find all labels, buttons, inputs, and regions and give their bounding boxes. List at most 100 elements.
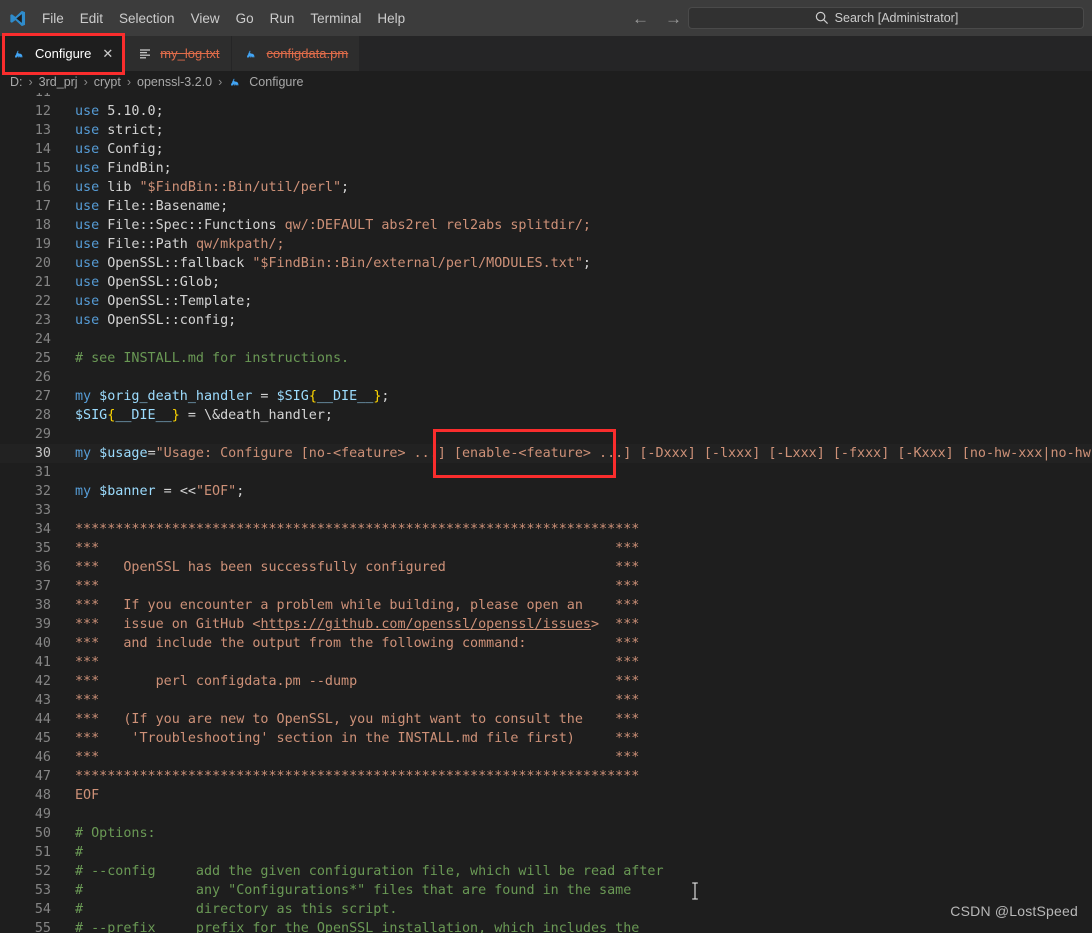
code-line[interactable]: 22 use OpenSSL::Template;: [0, 292, 1092, 311]
code-line[interactable]: 27 my $orig_death_handler = $SIG{__DIE__}…: [0, 387, 1092, 406]
code-line[interactable]: 44 *** (If you are new to OpenSSL, you mi…: [0, 710, 1092, 729]
breadcrumb-item-openssl[interactable]: openssl-3.2.0: [137, 75, 212, 89]
code-line[interactable]: 13 use strict;: [0, 121, 1092, 140]
line-content: use File::Basename;: [75, 199, 229, 214]
tab-my-log-txt[interactable]: my_log.txt: [125, 36, 232, 71]
code-editor[interactable]: 11 12 use 5.10.0; 13 use strict; 14 use Confi…: [0, 93, 1092, 933]
code-line[interactable]: 20 use OpenSSL::fallback "$FindBin::Bin/e…: [0, 254, 1092, 273]
arrow-left-icon[interactable]: ←: [632, 10, 649, 27]
tab-configure[interactable]: Configure ✕: [0, 36, 126, 71]
line-number: 23: [34, 313, 51, 328]
code-line[interactable]: 53 # any "Configurations*" files that are…: [0, 881, 1092, 900]
line-content: my $orig_death_handler = $SIG{__DIE__};: [75, 389, 390, 404]
tab-configdata-pm[interactable]: configdata.pm: [231, 36, 361, 71]
code-line[interactable]: 39 *** issue on GitHub <https://github.co…: [0, 615, 1092, 634]
line-number: 47: [34, 769, 51, 784]
line-number: 55: [34, 921, 51, 933]
code-line[interactable]: 31: [0, 463, 1092, 482]
code-line[interactable]: 18 use File::Spec::Functions qw/:DEFAULT …: [0, 216, 1092, 235]
line-number: 19: [34, 237, 51, 252]
code-line[interactable]: 25 # see INSTALL.md for instructions.: [0, 349, 1092, 368]
code-line[interactable]: 42 *** perl configdata.pm --dump ***: [0, 672, 1092, 691]
code-line[interactable]: 16 use lib "$FindBin::Bin/util/perl";: [0, 178, 1092, 197]
code-line[interactable]: 29: [0, 425, 1092, 444]
close-icon[interactable]: ✕: [102, 47, 113, 60]
menu-item-terminal[interactable]: Terminal: [302, 0, 369, 36]
code-line[interactable]: 49: [0, 805, 1092, 824]
menu-item-edit[interactable]: Edit: [72, 0, 111, 36]
code-line[interactable]: 40 *** and include the output from the fo…: [0, 634, 1092, 653]
line-number: 36: [34, 560, 51, 575]
line-content: *** OpenSSL has been successfully config…: [75, 560, 640, 575]
code-line[interactable]: 35 *** ***: [0, 539, 1092, 558]
menu-item-selection[interactable]: Selection: [111, 0, 183, 36]
line-content: [62, 93, 1092, 102]
line-content: my $usage="Usage: Configure [no-<feature…: [75, 446, 1092, 461]
title-bar: File Edit Selection View Go Run Terminal…: [0, 0, 1092, 36]
line-content: use strict;: [75, 123, 164, 138]
code-line[interactable]: 46 *** ***: [0, 748, 1092, 767]
line-number: 29: [34, 427, 51, 442]
line-number: 43: [34, 693, 51, 708]
line-number: 26: [34, 370, 51, 385]
code-line[interactable]: 48 EOF: [0, 786, 1092, 805]
line-number: 13: [34, 123, 51, 138]
code-line[interactable]: 19 use File::Path qw/mkpath/;: [0, 235, 1092, 254]
text-file-icon: [140, 48, 151, 58]
code-line[interactable]: 55 # --prefix prefix for the OpenSSL inst…: [0, 919, 1092, 933]
code-line[interactable]: 50 # Options:: [0, 824, 1092, 843]
code-line[interactable]: 30 my $usage="Usage: Configure [no-<featu…: [0, 444, 1092, 463]
code-line[interactable]: 15 use FindBin;: [0, 159, 1092, 178]
menu-item-run[interactable]: Run: [262, 0, 303, 36]
code-line[interactable]: 12 use 5.10.0;: [0, 102, 1092, 121]
arrow-right-icon[interactable]: →: [665, 10, 682, 27]
line-number: 16: [34, 180, 51, 195]
menu-item-help[interactable]: Help: [369, 0, 413, 36]
code-line[interactable]: 38 *** If you encounter a problem while b…: [0, 596, 1092, 615]
line-content: use Config;: [75, 142, 164, 157]
code-line[interactable]: 11: [0, 93, 1092, 102]
line-content: $SIG{__DIE__} = \&death_handler;: [75, 408, 333, 423]
code-line[interactable]: 54 # directory as this script.: [0, 900, 1092, 919]
code-line[interactable]: 52 # --config add the given configuration…: [0, 862, 1092, 881]
menu-item-file[interactable]: File: [34, 0, 72, 36]
code-line[interactable]: 26: [0, 368, 1092, 387]
code-line[interactable]: 41 *** ***: [0, 653, 1092, 672]
code-line[interactable]: 24: [0, 330, 1092, 349]
line-content: use 5.10.0;: [75, 104, 164, 119]
breadcrumb-item-3rd-prj[interactable]: 3rd_prj: [39, 75, 78, 89]
code-line[interactable]: 37 *** ***: [0, 577, 1092, 596]
line-content: #: [75, 845, 84, 860]
line-number: 31: [34, 465, 51, 480]
line-content: *** ***: [75, 655, 640, 670]
code-line[interactable]: 36 *** OpenSSL has been successfully conf…: [0, 558, 1092, 577]
breadcrumb-item-drive[interactable]: D:: [10, 75, 23, 89]
code-line[interactable]: 32 my $banner = <<"EOF";: [0, 482, 1092, 501]
code-line[interactable]: 51 #: [0, 843, 1092, 862]
line-content: use File::Path qw/mkpath/;: [75, 237, 285, 252]
line-content: [62, 425, 1092, 444]
code-line[interactable]: 47 **************************************…: [0, 767, 1092, 786]
code-line[interactable]: 28 $SIG{__DIE__} = \&death_handler;: [0, 406, 1092, 425]
line-content: ****************************************…: [75, 769, 640, 784]
line-content: *** ***: [75, 750, 640, 765]
code-line[interactable]: 34 **************************************…: [0, 520, 1092, 539]
code-line[interactable]: 23 use OpenSSL::config;: [0, 311, 1092, 330]
menu-item-go[interactable]: Go: [228, 0, 262, 36]
tab-label: my_log.txt: [160, 46, 220, 61]
code-line[interactable]: 45 *** 'Troubleshooting' section in the I…: [0, 729, 1092, 748]
code-line[interactable]: 17 use File::Basename;: [0, 197, 1092, 216]
line-number: 49: [34, 807, 51, 822]
menu-item-view[interactable]: View: [183, 0, 228, 36]
breadcrumb-item-crypt[interactable]: crypt: [94, 75, 121, 89]
code-line[interactable]: 33: [0, 501, 1092, 520]
code-line[interactable]: 14 use Config;: [0, 140, 1092, 159]
search-input[interactable]: Search [Administrator]: [688, 7, 1084, 29]
code-line[interactable]: 21 use OpenSSL::Glob;: [0, 273, 1092, 292]
line-content: # Options:: [75, 826, 156, 841]
line-number: 48: [34, 788, 51, 803]
code-line[interactable]: 43 *** ***: [0, 691, 1092, 710]
breadcrumb-item-configure[interactable]: Configure: [228, 74, 303, 90]
line-number: 37: [34, 579, 51, 594]
line-content: # directory as this script.: [75, 902, 398, 917]
